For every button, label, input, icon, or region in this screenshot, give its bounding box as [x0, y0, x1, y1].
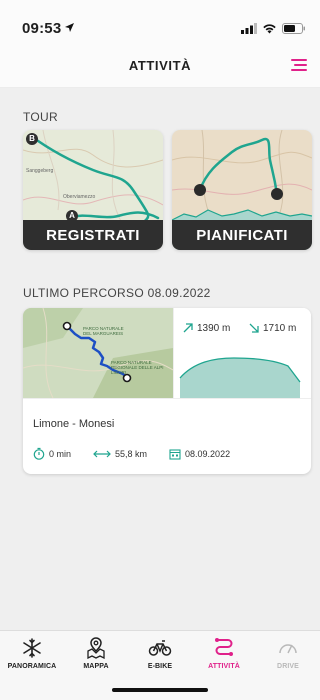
- route-icon: [215, 638, 233, 656]
- distance-arrows-icon: [93, 450, 111, 457]
- map-label-marguareis: PARCO NATURALE DEL MARGUAREIS: [83, 326, 124, 336]
- tour-card-recorded-label: REGISTRATI: [23, 220, 163, 250]
- tour-card-recorded[interactable]: Sanggeberg Oberviamezzo B A REGISTRATI: [23, 130, 163, 250]
- app-header: ATTIVITÀ: [0, 44, 320, 88]
- tab-label-ebike: E-BIKE: [147, 663, 173, 670]
- map-label-sanggeberg: Sanggeberg: [26, 168, 54, 174]
- tab-label-panoramica: PANORAMICA: [7, 663, 57, 670]
- duration-value: 0 min: [49, 448, 72, 459]
- map-label-alpi-liguri: PARCO NATURALE REGIONALE DELLE ALPI LIGU…: [111, 360, 164, 375]
- tab-ebike[interactable]: E-BIKE: [128, 637, 192, 677]
- arrow-up-right-icon: [183, 323, 193, 333]
- status-time: 09:53: [22, 20, 62, 37]
- signal-icon: [241, 22, 257, 34]
- recent-section-label: ULTIMO PERCORSO 08.09.2022: [23, 286, 211, 300]
- tab-panoramica[interactable]: PANORAMICA: [0, 637, 64, 677]
- tour-card-planned-label: PIANIFICATI: [172, 220, 312, 250]
- recent-route-card[interactable]: PARCO NATURALE DEL MARGUAREIS PARCO NATU…: [23, 308, 311, 474]
- date-value: 08.09.2022: [185, 448, 231, 459]
- descent: 1710 m: [248, 322, 296, 334]
- elevation-profile: [179, 357, 301, 398]
- snowflake-icon: [23, 638, 41, 658]
- menu-icon[interactable]: [288, 54, 310, 76]
- battery-icon: [282, 22, 305, 34]
- bike-icon: [148, 640, 172, 656]
- ascent: 1390 m: [182, 322, 230, 334]
- home-indicator: [112, 688, 208, 692]
- tab-label-mappa: MAPPA: [83, 663, 109, 670]
- route-stats: 0 min 55,8 km 08.09.2022: [33, 447, 252, 460]
- tab-attivita[interactable]: ATTIVITÀ: [192, 637, 256, 677]
- elevation-panel: 1390 m 1710 m: [173, 308, 311, 398]
- tour-section-label: TOUR: [23, 110, 58, 124]
- recent-route-map: [23, 308, 173, 398]
- arrow-down-right-icon: [249, 323, 259, 333]
- descent-value: 1710 m: [263, 322, 297, 334]
- status-bar: 09:53: [0, 0, 320, 44]
- stat-date: 08.09.2022: [169, 448, 230, 460]
- tour-card-planned[interactable]: PIANIFICATI: [172, 130, 312, 250]
- tab-label-drive: DRIVE: [277, 663, 299, 670]
- map-label-oberviamezzo: Oberviamezzo: [63, 194, 96, 200]
- route-name: Limone - Monesi: [33, 418, 115, 430]
- wifi-icon: [263, 23, 276, 33]
- ascent-value: 1390 m: [197, 322, 231, 334]
- calendar-icon: [169, 448, 181, 460]
- map-pin-icon: [87, 637, 105, 659]
- marker-b: B: [26, 133, 38, 145]
- tab-label-attivita: ATTIVITÀ: [208, 663, 240, 670]
- gauge-icon: [279, 644, 297, 654]
- page-title: ATTIVITÀ: [128, 58, 192, 73]
- tab-drive[interactable]: DRIVE: [256, 637, 320, 677]
- distance-value: 55,8 km: [115, 448, 148, 459]
- stat-distance: 55,8 km: [93, 449, 147, 459]
- location-arrow-icon: [65, 23, 74, 32]
- stat-duration: 0 min: [33, 447, 71, 460]
- card-divider: [23, 398, 311, 399]
- status-icons: [241, 22, 306, 34]
- tab-mappa[interactable]: MAPPA: [64, 637, 128, 677]
- stopwatch-icon: [33, 447, 45, 460]
